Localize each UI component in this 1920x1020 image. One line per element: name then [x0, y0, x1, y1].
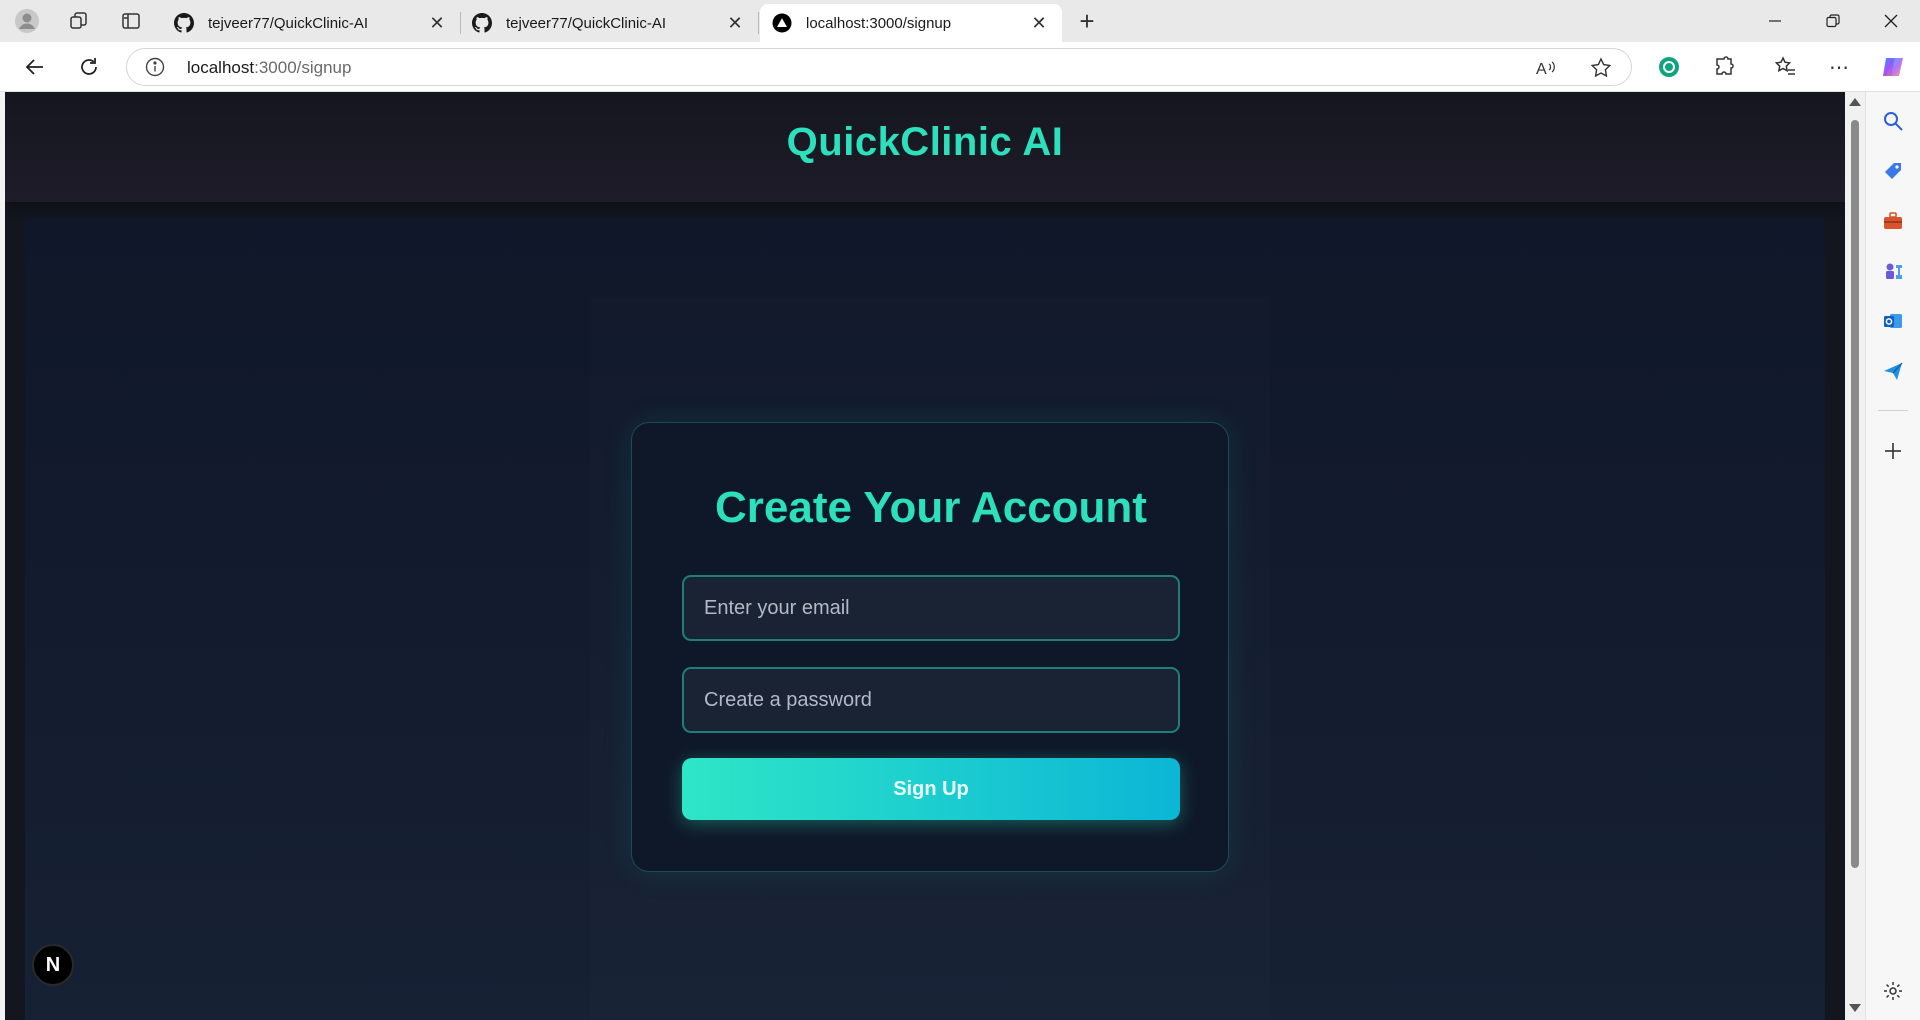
outlook-icon[interactable]	[1878, 306, 1908, 336]
email-field[interactable]	[682, 575, 1180, 641]
scroll-down-arrow-icon[interactable]	[1849, 1004, 1861, 1012]
url-host: localhost	[187, 58, 255, 77]
close-tab-icon[interactable]: ✕	[426, 12, 448, 34]
tabstrip-left-controls	[10, 7, 148, 35]
scroll-up-arrow-icon[interactable]	[1849, 98, 1861, 106]
tab-signup[interactable]: localhost:3000/signup ✕	[760, 4, 1062, 42]
github-icon	[472, 13, 492, 33]
profile-avatar-icon[interactable]	[10, 7, 44, 35]
extensions-puzzle-icon[interactable]	[1707, 52, 1741, 82]
copilot-extension-icon[interactable]	[1652, 52, 1686, 82]
refresh-icon[interactable]	[72, 52, 106, 82]
signup-card: Create Your Account Sign Up	[631, 422, 1229, 872]
new-tab-button[interactable]: +	[1070, 6, 1104, 36]
restore-icon[interactable]	[1804, 0, 1862, 42]
workspaces-icon[interactable]	[62, 7, 96, 35]
url-path: :3000/signup	[254, 58, 352, 77]
shopping-tag-icon[interactable]	[1878, 156, 1908, 186]
svg-text:A: A	[1536, 61, 1547, 78]
add-sidebar-app-icon[interactable]	[1878, 436, 1908, 466]
tab-title: tejveer77/QuickClinic-AI	[208, 14, 369, 32]
browser-toolbar: localhost:3000/signup A ⋯	[0, 42, 1920, 92]
window-controls	[1746, 0, 1920, 42]
back-arrow-icon[interactable]	[18, 52, 52, 82]
scroll-thumb[interactable]	[1851, 120, 1859, 868]
address-bar[interactable]: localhost:3000/signup A	[126, 48, 1632, 86]
send-plane-icon[interactable]	[1878, 356, 1908, 386]
github-icon	[174, 13, 194, 33]
tools-briefcase-icon[interactable]	[1878, 206, 1908, 236]
sidebar-divider	[1878, 410, 1908, 411]
minimize-icon[interactable]	[1746, 0, 1804, 42]
tab-github-2[interactable]: tejveer77/QuickClinic-AI ✕	[460, 4, 759, 42]
brand-title: QuickClinic AI	[786, 120, 1064, 164]
nextjs-triangle-icon	[772, 13, 792, 33]
settings-gear-icon[interactable]	[1878, 976, 1908, 1006]
search-icon[interactable]	[1878, 106, 1908, 136]
sign-up-button[interactable]: Sign Up	[682, 758, 1180, 820]
tab-github-1[interactable]: tejveer77/QuickClinic-AI ✕	[162, 4, 461, 42]
close-window-icon[interactable]	[1862, 0, 1920, 42]
tab-title: localhost:3000/signup	[806, 14, 952, 32]
close-tab-icon[interactable]: ✕	[1028, 12, 1050, 34]
tab-strip: tejveer77/QuickClinic-AI ✕ tejveer77/Qui…	[0, 0, 1920, 42]
edge-sidebar	[1865, 92, 1920, 1020]
copilot-icon[interactable]	[1876, 52, 1910, 82]
password-field[interactable]	[682, 667, 1180, 733]
form-title: Create Your Account	[715, 483, 1147, 532]
favorite-star-icon[interactable]	[1589, 56, 1613, 80]
nextjs-dev-indicator-icon[interactable]: N	[32, 944, 74, 986]
vertical-tabs-icon[interactable]	[114, 7, 148, 35]
url-text[interactable]: localhost:3000/signup	[187, 58, 351, 78]
app-header: QuickClinic AI	[5, 92, 1845, 202]
games-chess-icon[interactable]	[1878, 256, 1908, 286]
page-viewport: QuickClinic AI Create Your Account Sign …	[5, 92, 1845, 1020]
main-content: Create Your Account Sign Up	[25, 217, 1825, 1020]
favorites-icon[interactable]	[1768, 52, 1802, 82]
site-info-icon[interactable]	[145, 57, 165, 77]
more-menu-icon[interactable]: ⋯	[1822, 52, 1856, 82]
tab-title: tejveer77/QuickClinic-AI	[506, 14, 667, 32]
page-scrollbar[interactable]	[1845, 92, 1865, 1020]
close-tab-icon[interactable]: ✕	[724, 12, 746, 34]
read-aloud-icon[interactable]: A	[1535, 56, 1559, 80]
